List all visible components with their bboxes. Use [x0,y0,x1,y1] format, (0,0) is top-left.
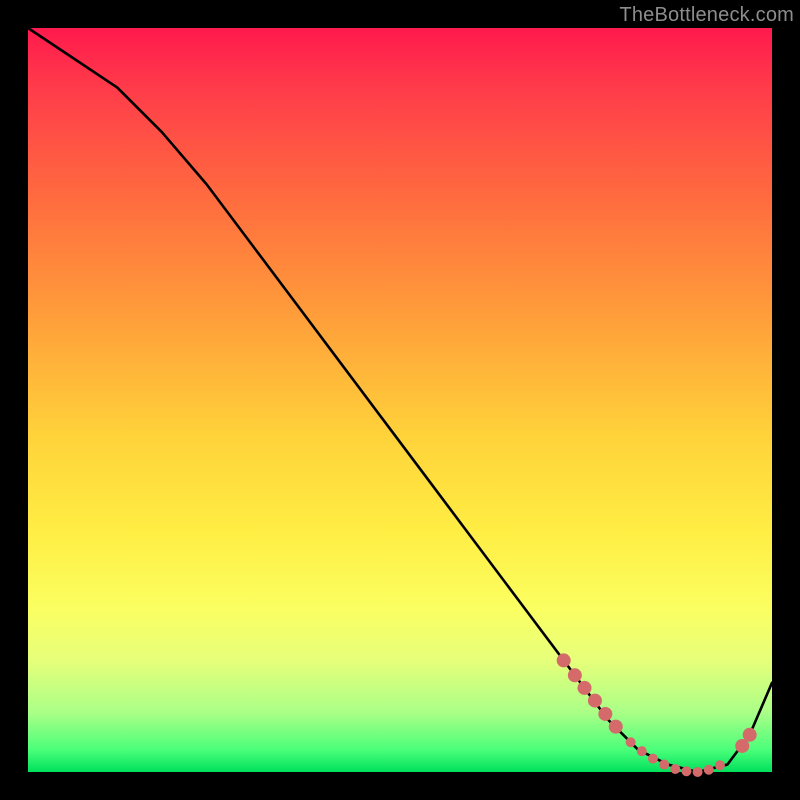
highlight-point [743,728,757,742]
highlight-point [693,767,703,777]
highlight-point [704,765,714,775]
highlight-point [598,707,612,721]
highlight-point [715,760,725,770]
highlight-point [648,754,658,764]
highlight-points-group [557,653,757,777]
highlight-point [681,766,691,776]
highlight-point [578,681,592,695]
highlight-point [568,668,582,682]
chart-stage: TheBottleneck.com [0,0,800,800]
attribution-label: TheBottleneck.com [619,4,794,27]
highlight-point [670,764,680,774]
bottleneck-curve [28,28,772,772]
chart-overlay-svg [28,28,772,772]
highlight-point [626,737,636,747]
highlight-point [637,746,647,756]
highlight-point [588,694,602,708]
highlight-point [557,653,571,667]
curve-path-group [28,28,772,772]
highlight-point [609,720,623,734]
highlight-point [659,760,669,770]
